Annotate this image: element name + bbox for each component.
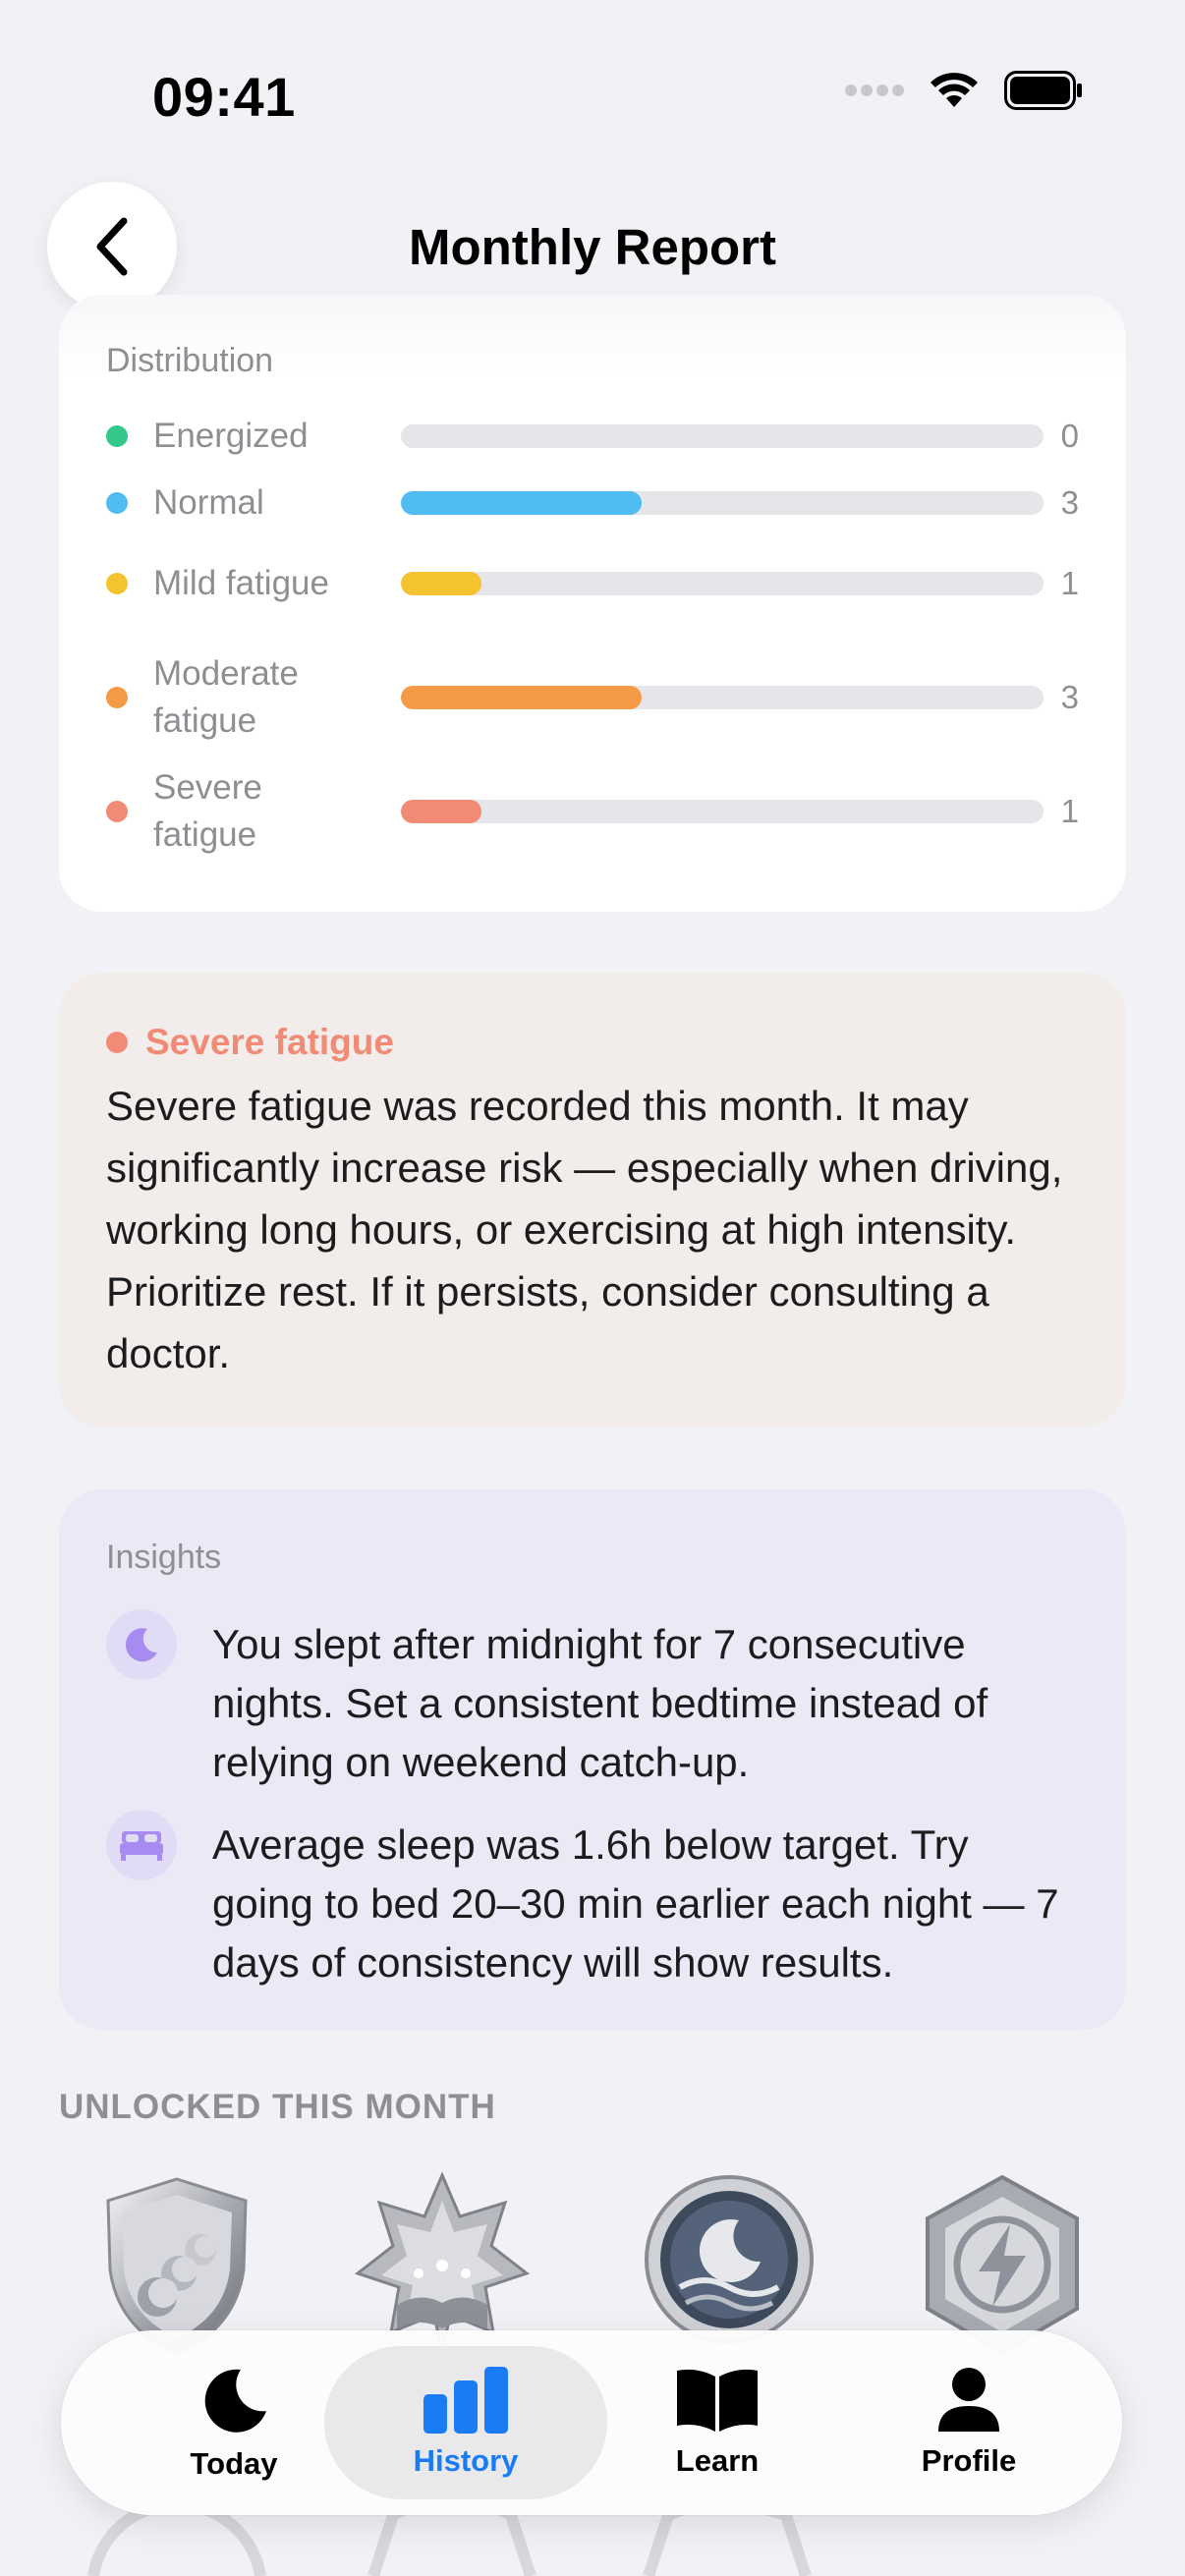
level-bar-track — [401, 491, 1044, 515]
bed-icon — [106, 1810, 177, 1880]
alert-header: Severe fatigue — [106, 1022, 394, 1063]
tab-history-label: History — [413, 2443, 519, 2478]
page-title: Monthly Report — [409, 219, 776, 275]
status-icons — [845, 71, 1083, 110]
tab-history[interactable]: History — [324, 2346, 607, 2499]
unlocked-section-label: UNLOCKED THIS MONTH — [59, 2088, 496, 2126]
alert-status-dot — [106, 1032, 128, 1053]
distribution-label: Distribution — [106, 342, 274, 379]
tab-learn-label: Learn — [675, 2443, 760, 2478]
distribution-row: Normal 3 — [106, 474, 1079, 532]
book-icon — [677, 2369, 758, 2432]
level-label: Moderate fatigue — [153, 654, 299, 740]
level-color-dot — [106, 425, 128, 447]
level-color-dot — [106, 687, 128, 708]
level-count: 1 — [1060, 565, 1079, 601]
tab-learn[interactable]: Learn — [576, 2346, 859, 2499]
wifi-icon — [931, 73, 978, 107]
level-bar-fill — [401, 686, 642, 709]
level-bar-fill — [401, 572, 481, 595]
level-bar-track — [401, 424, 1044, 448]
level-label: Mild fatigue — [153, 564, 329, 602]
level-count: 0 — [1060, 418, 1079, 454]
insights-label: Insights — [106, 1539, 222, 1576]
distribution-card: Distribution Energized 0 Normal 3 Mild fatig… — [59, 295, 1126, 912]
moon-icon — [204, 2369, 266, 2433]
distribution-row: Energized 0 — [106, 407, 1079, 466]
level-bar-track — [401, 572, 1044, 595]
distribution-row: Severe fatigue 1 — [106, 764, 1079, 859]
severe-fatigue-alert-card: Severe fatigue Severe fatigue was record… — [59, 973, 1126, 1427]
tab-today-label: Today — [190, 2446, 278, 2481]
person-icon — [938, 2368, 999, 2432]
level-color-dot — [106, 801, 128, 822]
level-count: 1 — [1060, 793, 1079, 829]
alert-title: Severe fatigue — [145, 1022, 394, 1062]
level-bar-fill — [401, 491, 642, 515]
level-count: 3 — [1060, 484, 1079, 521]
tab-bar: Today History Learn Profile — [61, 2330, 1122, 2515]
level-bar-track — [401, 800, 1044, 823]
tab-profile[interactable]: Profile — [827, 2346, 1110, 2499]
bar-chart-icon — [423, 2367, 508, 2434]
battery-icon — [1004, 71, 1082, 110]
insight-text: You slept after midnight for 7 consecuti… — [212, 1621, 988, 1785]
status-time: 09:41 — [152, 66, 296, 128]
moon-icon — [106, 1609, 177, 1680]
distribution-row: Moderate fatigue 3 — [106, 650, 1079, 745]
level-bar-track — [401, 686, 1044, 709]
tab-profile-label: Profile — [921, 2443, 1017, 2478]
status-bar: 09:41 — [0, 0, 1185, 196]
alert-body: Severe fatigue was recorded this month. … — [106, 1083, 1063, 1376]
level-color-dot — [106, 573, 128, 594]
distribution-row: Mild fatigue 1 — [106, 536, 1079, 631]
signal-icon — [845, 84, 904, 96]
level-color-dot — [106, 492, 128, 514]
level-label: Normal — [153, 483, 264, 522]
level-label: Energized — [153, 417, 309, 455]
insight-item: You slept after midnight for 7 consecuti… — [106, 1609, 1079, 1792]
insight-item: Average sleep was 1.6h below target. Try… — [106, 1810, 1079, 1992]
level-label: Severe fatigue — [153, 768, 262, 854]
insight-text: Average sleep was 1.6h below target. Try… — [212, 1821, 1059, 1986]
insights-card: Insights You slept after midnight for 7 … — [59, 1489, 1126, 2030]
level-count: 3 — [1060, 679, 1079, 715]
level-bar-fill — [401, 800, 481, 823]
